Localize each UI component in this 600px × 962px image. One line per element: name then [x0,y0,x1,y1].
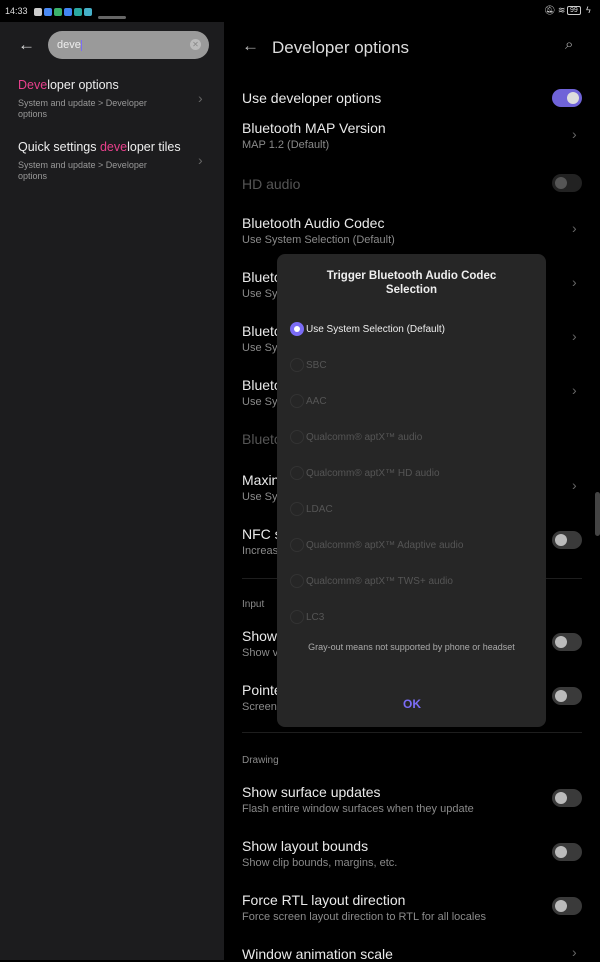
radio-button [290,394,304,408]
dialog-note: Gray-out means not supported by phone or… [308,642,515,652]
codec-option: Qualcomm® aptX™ Adaptive audio [290,538,463,552]
radio-button [290,610,304,624]
search-query[interactable]: deve [57,39,81,51]
hd-audio-toggle [552,174,582,192]
codec-option[interactable]: Use System Selection (Default) [290,322,445,336]
section-drawing: Drawing [242,755,279,766]
codec-option-label: LDAC [306,503,333,515]
codec-option: Qualcomm® aptX™ TWS+ audio [290,574,453,588]
search-input[interactable]: deve [48,31,209,59]
codec-dialog: Trigger Bluetooth Audio Codec Selection … [277,254,546,727]
setting-bt-map[interactable]: Bluetooth MAP Version MAP 1.2 (Default) [242,120,386,151]
notification-icons [34,6,94,16]
surface-updates-toggle[interactable] [552,789,582,807]
toggle[interactable] [552,633,582,651]
setting-row[interactable]: Pointe Screen [242,682,282,713]
radio-button [290,358,304,372]
search-result[interactable]: Quick settings developer tiles System an… [18,140,181,182]
toggle[interactable] [552,687,582,705]
use-developer-options-toggle[interactable] [552,89,582,107]
setting-rtl[interactable]: Force RTL layout direction Force screen l… [242,892,486,923]
setting-surface-updates[interactable]: Show surface updates Flash entire window … [242,784,474,815]
scrollbar[interactable] [595,492,600,536]
chevron-right-icon: › [572,328,577,344]
codec-option: LC3 [290,610,324,624]
search-icon[interactable]: ⌕ [565,36,573,53]
setting-hd-audio: HD audio [242,176,301,192]
status-time: 14:33 [5,6,28,16]
clear-search-icon[interactable]: ✕ [190,39,201,50]
search-result[interactable]: Developer options System and update > De… [18,78,168,120]
codec-option-label: Qualcomm® aptX™ TWS+ audio [306,575,453,587]
nfc-toggle[interactable] [552,531,582,549]
setting-row[interactable]: Show Show v [242,628,278,659]
setting-layout-bounds[interactable]: Show layout bounds Show clip bounds, marg… [242,838,397,869]
ok-button[interactable]: OK [387,697,437,711]
codec-option-label: AAC [306,395,327,407]
result-path: System and update > Developer options [18,98,147,119]
radio-button [290,466,304,480]
codec-option-label: LC3 [306,611,325,623]
chevron-right-icon: › [198,152,203,168]
codec-option: Qualcomm® aptX™ HD audio [290,466,440,480]
chevron-right-icon: › [572,944,577,960]
codec-option-label: Use System Selection (Default) [306,323,445,335]
back-arrow-icon[interactable]: ← [18,35,35,55]
radio-button [290,574,304,588]
radio-button [290,538,304,552]
radio-button [290,430,304,444]
rtl-toggle[interactable] [552,897,582,915]
chevron-right-icon: › [572,382,577,398]
section-input: Input [242,599,265,610]
drag-handle[interactable] [98,16,126,19]
radio-button[interactable] [290,322,304,336]
codec-option-label: Qualcomm® aptX™ audio [306,431,423,443]
battery-icon: 99 [567,6,581,15]
radio-button [290,502,304,516]
mute-wifi-icon: 🔕︎ ≋ [544,5,566,15]
dialog-title: Trigger Bluetooth Audio Codec Selection [326,270,497,296]
result-path: System and update > Developer options [18,160,147,181]
status-bar: 14:33 🔕︎ ≋ 99 ϟ [0,0,600,22]
back-arrow-icon[interactable]: ← [242,36,259,56]
codec-option: AAC [290,394,327,408]
setting-row: Blueto [242,431,282,447]
codec-option: LDAC [290,502,333,516]
chevron-right-icon: › [572,220,577,236]
chevron-right-icon: › [572,126,577,142]
codec-option-label: Qualcomm® aptX™ HD audio [306,467,440,479]
chevron-right-icon: › [572,274,577,290]
divider [242,732,582,733]
page-title: Developer options [272,38,410,57]
setting-bt-codec[interactable]: Bluetooth Audio Codec Use System Selectio… [242,215,395,246]
use-developer-options: Use developer options [242,90,382,106]
charging-icon: ϟ [586,5,591,15]
codec-option: Qualcomm® aptX™ audio [290,430,422,444]
codec-option-label: Qualcomm® aptX™ Adaptive audio [306,539,464,551]
chevron-right-icon: › [198,90,203,106]
codec-option-label: SBC [306,359,327,371]
setting-nfc[interactable]: NFC s Increas [242,526,282,557]
chevron-right-icon: › [572,477,577,493]
codec-option: SBC [290,358,327,372]
layout-bounds-toggle[interactable] [552,843,582,861]
